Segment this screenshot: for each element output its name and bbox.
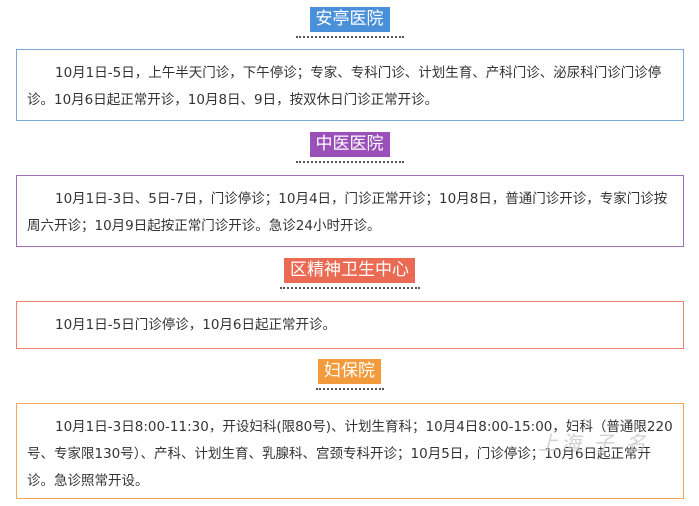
section-body-anting: 10月1日-5日，上午半天门诊，下午停诊；专家、专科门诊、计划生育、产科门诊、泌…: [16, 49, 684, 121]
section-text: 10月1日-3日、5日-7日，门诊停诊；10月4日，门诊正常开诊；10月8日，普…: [27, 191, 668, 234]
section-header-anting: 安亭医院: [0, 7, 699, 38]
title-underline: [315, 388, 384, 390]
section-body-mental: 10月1日-5日门诊停诊，10月6日起正常开诊。: [16, 301, 684, 349]
section-title: 妇保院: [318, 359, 381, 384]
title-underline: [295, 161, 404, 163]
section-header-maternal: 妇保院: [0, 359, 699, 390]
section-text: 10月1日-5日门诊停诊，10月6日起正常开诊。: [55, 317, 336, 333]
watermark-logo: 上海 子 名: [538, 431, 649, 455]
title-underline: [279, 287, 420, 289]
section-title: 中医医院: [309, 132, 390, 157]
section-title: 区精神卫生中心: [284, 258, 415, 283]
title-underline: [295, 36, 404, 38]
section-title: 安亭医院: [309, 7, 390, 32]
section-header-tcm: 中医医院: [0, 132, 699, 163]
section-text: 10月1日-5日，上午半天门诊，下午停诊；专家、专科门诊、计划生育、产科门诊、泌…: [27, 65, 662, 108]
section-header-mental: 区精神卫生中心: [0, 258, 699, 289]
section-body-tcm: 10月1日-3日、5日-7日，门诊停诊；10月4日，门诊正常开诊；10月8日，普…: [16, 175, 684, 247]
